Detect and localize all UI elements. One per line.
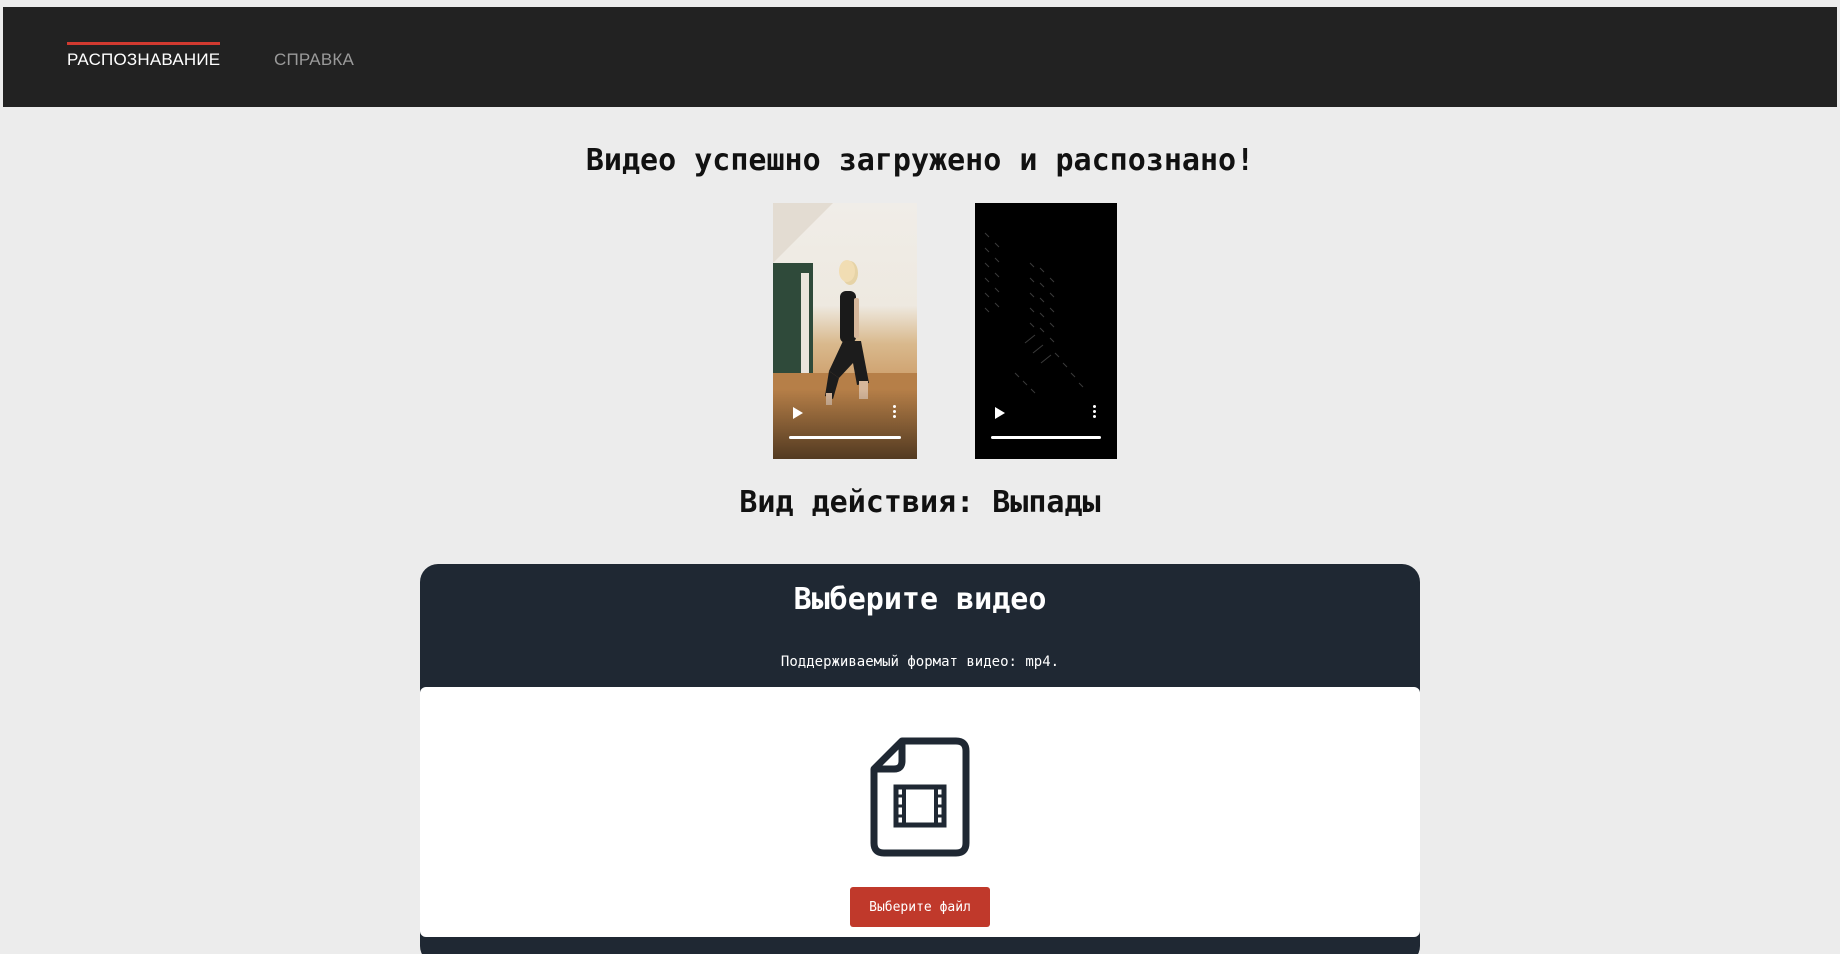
success-message: Видео успешно загружено и распознано! <box>585 143 1255 178</box>
more-options-icon[interactable] <box>893 405 897 421</box>
more-options-icon[interactable] <box>1093 405 1097 421</box>
file-drop-zone[interactable]: Выберите файл <box>420 687 1420 937</box>
upload-title: Выберите видео <box>793 582 1047 617</box>
action-type-result: Вид действия: Выпады <box>739 485 1101 520</box>
original-video-player[interactable] <box>773 203 917 459</box>
video-controls-overlay <box>773 389 917 459</box>
nav-item-recognition[interactable]: РАСПОЗНАВАНИЕ <box>67 42 221 70</box>
supported-format-hint: Поддерживаемый формат видео: mp4. <box>780 654 1060 670</box>
choose-file-button[interactable]: Выберите файл <box>850 887 990 927</box>
play-icon[interactable] <box>793 407 803 419</box>
upload-card: Выберите видео Поддерживаемый формат вид… <box>420 564 1420 954</box>
play-icon[interactable] <box>995 407 1005 419</box>
video-progress-bar[interactable] <box>991 436 1101 439</box>
processed-video-player[interactable] <box>975 203 1117 459</box>
top-navbar: РАСПОЗНАВАНИЕ СПРАВКА <box>3 7 1837 107</box>
video-progress-bar[interactable] <box>789 436 901 439</box>
video-file-icon <box>870 737 970 857</box>
nav-item-help[interactable]: СПРАВКА <box>274 42 354 70</box>
video-controls-overlay <box>975 389 1117 459</box>
